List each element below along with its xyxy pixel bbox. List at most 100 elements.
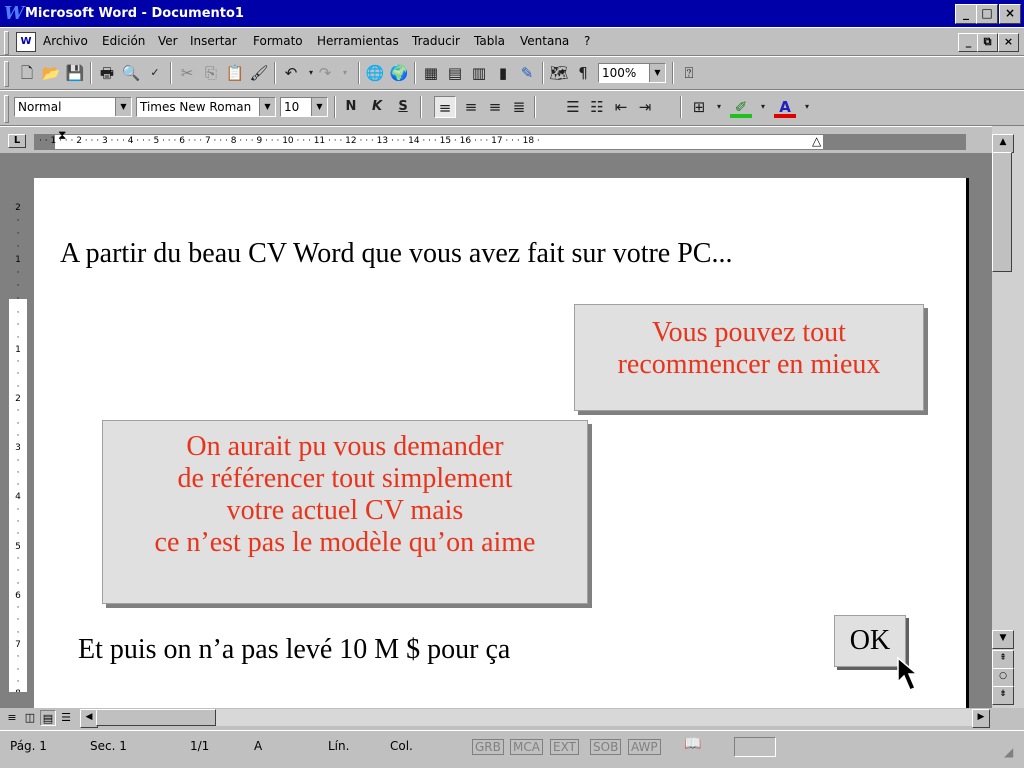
outline-view-icon[interactable]: ☰: [58, 710, 74, 726]
style-select[interactable]: Normal ▼: [14, 97, 132, 117]
align-right-icon[interactable]: ≡: [484, 96, 506, 118]
align-center-icon[interactable]: ≡: [460, 96, 482, 118]
drawing-icon[interactable]: ✎: [516, 62, 538, 84]
print-icon[interactable]: 🖶: [96, 62, 118, 84]
indent-marker-icon[interactable]: ⧗: [58, 129, 66, 141]
zoom-select[interactable]: 100% ▼: [598, 63, 666, 83]
doc-minimize-button[interactable]: _: [958, 33, 979, 52]
chevron-down-icon[interactable]: ▼: [115, 98, 131, 116]
callout-right-line1: Vous pouvez tout: [652, 317, 846, 348]
increase-indent-icon[interactable]: ⇥: [634, 96, 656, 118]
hscroll-track[interactable]: [216, 709, 972, 726]
chevron-down-icon[interactable]: ▼: [311, 98, 327, 116]
document-icon[interactable]: W: [16, 32, 36, 52]
bold-button[interactable]: N: [340, 96, 362, 118]
copy-icon[interactable]: ⎘: [200, 62, 222, 84]
menu-archivo[interactable]: Archivo: [43, 34, 88, 48]
next-page-icon[interactable]: ⇟: [992, 686, 1014, 705]
web-layout-view-icon[interactable]: ◫: [22, 710, 38, 726]
new-document-icon[interactable]: 🗋: [16, 62, 38, 84]
numbered-list-icon[interactable]: ☰: [562, 96, 584, 118]
menu-formato[interactable]: Formato: [253, 34, 303, 48]
scroll-up-icon[interactable]: ▲: [992, 134, 1014, 153]
toolbar-grip[interactable]: [4, 61, 9, 87]
hyperlink-icon[interactable]: 🌐: [364, 62, 386, 84]
vertical-scrollbar[interactable]: ▲ ▼ ⇞ ○ ⇟: [992, 126, 1024, 708]
word-app-icon[interactable]: W: [4, 0, 24, 27]
print-preview-icon[interactable]: 🔍: [120, 62, 142, 84]
chevron-down-icon[interactable]: ▼: [259, 98, 275, 116]
align-left-icon[interactable]: ≡: [434, 96, 456, 118]
scroll-thumb[interactable]: [992, 152, 1012, 272]
menu-ventana[interactable]: Ventana: [520, 34, 569, 48]
print-layout-view-icon[interactable]: ▤: [40, 710, 56, 726]
menu-ver[interactable]: Ver: [158, 34, 178, 48]
ruler-strip[interactable]: · · 1 · · · 2 · · · 3 · · · 4 · · · 5 · …: [34, 134, 966, 150]
tables-borders-icon[interactable]: ▦: [420, 62, 442, 84]
font-select[interactable]: Times New Roman ▼: [136, 97, 276, 117]
menubar-grip[interactable]: [4, 31, 9, 55]
status-mode-grb[interactable]: GRB: [472, 739, 504, 755]
menu-tabla[interactable]: Tabla: [474, 34, 505, 48]
borders-dropdown-icon[interactable]: ▾: [708, 96, 730, 118]
horizontal-ruler[interactable]: L · · 1 · · · 2 · · · 3 · · · 4 · · · 5 …: [0, 126, 992, 153]
format-painter-icon[interactable]: 🖌: [248, 62, 270, 84]
underline-button[interactable]: S: [392, 96, 414, 118]
redo-dropdown-icon[interactable]: ▾: [334, 62, 356, 84]
maximize-button[interactable]: □: [976, 4, 998, 24]
menu-edicion[interactable]: Edición: [102, 34, 145, 48]
justify-icon[interactable]: ≣: [508, 96, 530, 118]
show-hide-icon[interactable]: ¶: [572, 62, 594, 84]
document-map-icon[interactable]: 🗺: [548, 62, 570, 84]
hscroll-thumb[interactable]: [96, 709, 216, 726]
spelling-status-icon[interactable]: 📖: [684, 736, 701, 752]
italic-button[interactable]: K: [366, 96, 388, 118]
save-icon[interactable]: 💾: [64, 62, 86, 84]
font-color-dropdown-icon[interactable]: ▾: [796, 96, 818, 118]
menu-insertar[interactable]: Insertar: [190, 34, 237, 48]
style-value: Normal: [18, 100, 62, 114]
tab-selector-icon[interactable]: L: [8, 134, 26, 148]
insert-table-icon[interactable]: ▤: [444, 62, 466, 84]
doc-restore-button[interactable]: ⧉: [977, 33, 998, 52]
borders-icon[interactable]: ⊞: [688, 96, 710, 118]
browse-object-icon[interactable]: ○: [992, 668, 1014, 687]
minimize-button[interactable]: _: [955, 4, 977, 24]
status-mode-ext[interactable]: EXT: [550, 739, 579, 755]
scroll-right-icon[interactable]: ▶: [972, 709, 990, 728]
help-icon[interactable]: ⍰: [678, 62, 700, 84]
decrease-indent-icon[interactable]: ⇤: [610, 96, 632, 118]
status-bar: Pág. 1 Sec. 1 1/1 A Lín. Col. GRB MCA EX…: [0, 730, 1024, 768]
cut-icon[interactable]: ✂: [176, 62, 198, 84]
spelling-icon[interactable]: ✓: [144, 62, 166, 84]
undo-icon[interactable]: ↶: [280, 62, 302, 84]
paste-icon[interactable]: 📋: [224, 62, 246, 84]
vertical-ruler[interactable]: 2 · · · 1 · · · · · · 1 · · · 2 · · · 3 · · · 4 · · · 5 · · · 6 · · · 7 · · ·…: [8, 171, 28, 693]
status-mode-mca[interactable]: MCA: [510, 739, 543, 755]
highlight-dropdown-icon[interactable]: ▾: [752, 96, 774, 118]
right-indent-marker-icon[interactable]: △: [812, 135, 821, 147]
close-button[interactable]: ×: [999, 4, 1021, 24]
resize-grip-icon[interactable]: ◢: [1004, 745, 1013, 759]
doc-close-button[interactable]: ×: [998, 33, 1019, 52]
chevron-down-icon[interactable]: ▼: [649, 64, 665, 82]
highlight-icon[interactable]: ✐: [730, 96, 752, 118]
menu-traducir[interactable]: Traducir: [412, 34, 460, 48]
menu-help[interactable]: ?: [584, 34, 590, 48]
bulleted-list-icon[interactable]: ☷: [586, 96, 608, 118]
open-folder-icon[interactable]: 📂: [40, 62, 62, 84]
status-mode-sob[interactable]: SOB: [590, 739, 622, 755]
columns-icon[interactable]: ▮: [492, 62, 514, 84]
redo-icon[interactable]: ↷: [314, 62, 336, 84]
normal-view-icon[interactable]: ≡: [4, 710, 20, 726]
previous-page-icon[interactable]: ⇞: [992, 650, 1014, 669]
toolbar-grip[interactable]: [4, 95, 9, 123]
scroll-down-icon[interactable]: ▼: [992, 630, 1014, 649]
font-size-select[interactable]: 10 ▼: [280, 97, 328, 117]
web-toolbar-icon[interactable]: 🌍: [388, 62, 410, 84]
document-page[interactable]: A partir du beau CV Word que vous avez f…: [34, 178, 969, 713]
status-mode-awp[interactable]: AWP: [628, 739, 661, 755]
font-color-icon[interactable]: A: [774, 96, 796, 118]
insert-excel-icon[interactable]: ▥: [468, 62, 490, 84]
menu-herramientas[interactable]: Herramientas: [317, 34, 399, 48]
